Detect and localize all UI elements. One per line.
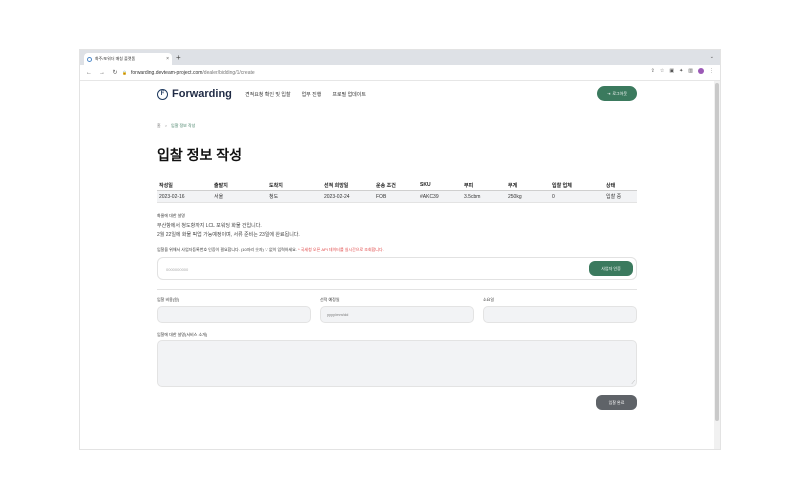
col-origin: 출발지 [212,180,267,191]
service-description-textarea[interactable]: ⟋ [157,340,637,387]
forward-icon[interactable]: → [98,70,106,76]
browser-window: 화주/포워더 매칭 플랫폼 × + ⌄ ← → ↻ 🔒 forwarding.d… [80,50,720,449]
business-note-warning: * 국세청 오픈 API 데이터를 실시간으로 조회합니다. [296,247,384,252]
cell-weight: 250kg [506,190,550,203]
request-table: 작성일 출발지 도착지 선적 희망일 운송 조건 SKU 부피 무게 입찰 업체… [157,180,637,203]
url-domain: forwarding.devteam-project.com [130,69,203,76]
scrollbar-thumb[interactable] [715,83,719,421]
breadcrumb-current: 입찰 정보 작성 [171,123,196,128]
nav-item-quotes[interactable]: 견적요청 확인 및 입찰 [245,91,291,98]
page-title: 입찰 정보 작성 [157,147,243,163]
cell-volume: 3.5cbm [462,190,506,203]
logout-label: 로그아웃 [612,90,628,96]
resize-grip-icon[interactable]: ⟋ [631,381,635,386]
favicon-icon [87,56,92,62]
browser-toolbar: ← → ↻ 🔒 forwarding.devteam-project.com/d… [80,65,720,81]
extension-icon[interactable]: ▣ [669,68,674,74]
ship-date-placeholder: yyyy/mm/dd [327,312,349,317]
service-description-label: 입찰에 대한 설명(서비스 소개) [157,332,208,337]
ship-date-label: 선적 예정일 [320,297,340,302]
cell-created: 2023-02-16 [157,190,212,203]
tab-strip: 화주/포워더 매칭 플랫폼 × + ⌄ [80,50,720,65]
col-ship-date: 선적 희망일 [322,180,374,191]
cell-incoterm: FOB [374,190,418,203]
cargo-description-line1: 부산항에서 청도항까지 LCL 포워딩 화물 건입니다. [157,223,262,229]
sidepanel-icon[interactable]: ▥ [688,68,693,74]
cargo-description-line2: 2월 22일에 화물 픽업 가능예정이며, 서류 준비는 23일에 완료됩니다. [157,232,300,238]
menu-kebab-icon[interactable]: ⋮ [709,68,714,74]
logo-icon: F [157,88,168,100]
nav-item-progress[interactable]: 업무 진행 [302,91,322,98]
col-sku: SKU [418,180,462,191]
browser-tab[interactable]: 화주/포워더 매칭 플랫폼 × [84,53,172,65]
bid-price-input[interactable] [157,306,311,323]
page-content: F Forwarding 견적요청 확인 및 입찰 업무 진행 프로필 업데이트… [80,81,714,449]
address-bar[interactable]: 🔒 forwarding.devteam-project.com/dealer/… [122,67,622,78]
brand-name: Forwarding [172,88,232,100]
table-row: 2023-02-16 서울 청도 2023-02-24 FOB #AKC39 3… [157,190,637,203]
cell-ship-date: 2023-02-24 [322,190,374,203]
cell-bidders: 0 [550,190,604,203]
cargo-description-label: 화물에 대한 설명 [157,213,185,218]
ship-date-input[interactable]: yyyy/mm/dd [320,306,474,323]
lock-icon: 🔒 [122,70,127,75]
logout-icon: ⇥ [606,91,611,96]
tab-close-icon[interactable]: × [166,56,169,62]
col-destination: 도착지 [267,180,322,191]
col-bidders: 입찰 업체 [550,180,604,191]
col-incoterm: 운송 조건 [374,180,418,191]
logout-button[interactable]: ⇥ 로그아웃 [597,86,637,101]
cell-sku: #AKC39 [418,190,462,203]
main-nav: 견적요청 확인 및 입찰 업무 진행 프로필 업데이트 [245,91,366,98]
business-verify-button[interactable]: 사업자 인증 [589,261,633,276]
nav-item-profile[interactable]: 프로필 업데이트 [332,91,366,98]
submit-bid-button[interactable]: 입찰 완료 [596,395,637,410]
page-scrollbar[interactable] [714,81,720,449]
puzzle-icon[interactable]: ✦ [679,68,683,74]
business-number-placeholder: 0000000000 [166,267,189,272]
brand[interactable]: F Forwarding [157,88,232,100]
back-icon[interactable]: ← [85,70,93,76]
cell-destination: 청도 [267,190,322,203]
new-tab-button[interactable]: + [176,53,181,63]
col-volume: 부피 [462,180,506,191]
cell-origin: 서울 [212,190,267,203]
business-note-text: 입찰을 위해서 사업자등록번호 인증이 필요합니다. (10자리 숫자) '-'… [157,247,297,252]
col-status: 상태 [604,180,637,191]
share-icon[interactable]: ⇪ [651,68,655,74]
cell-status: 입찰 중 [604,190,637,203]
lead-days-input[interactable] [483,306,637,323]
lead-days-label: 소요일 [483,297,495,302]
breadcrumb-home[interactable]: 홈 [157,123,161,129]
breadcrumb-separator: > [164,123,168,128]
reload-icon[interactable]: ↻ [111,69,119,76]
col-weight: 무게 [506,180,550,191]
breadcrumb: 홈 > 입찰 정보 작성 [157,123,195,129]
business-number-note: 입찰을 위해서 사업자등록번호 인증이 필요합니다. (10자리 숫자) '-'… [157,247,384,253]
bid-price-label: 입찰 비용(원) [157,297,180,302]
url-path: /dealer/bidding/1/create [202,69,255,76]
bookmark-star-icon[interactable]: ☆ [660,68,664,74]
profile-avatar[interactable] [698,68,704,74]
col-created: 작성일 [157,180,212,191]
tab-title: 화주/포워더 매칭 플랫폼 [95,56,136,61]
business-number-input[interactable]: 0000000000 [157,257,637,280]
table-header-row: 작성일 출발지 도착지 선적 희망일 운송 조건 SKU 부피 무게 입찰 업체… [157,180,637,191]
tab-search-chevron-icon[interactable]: ⌄ [710,54,714,60]
toolbar-icons: ⇪ ☆ ▣ ✦ ▥ ⋮ [651,68,714,74]
section-divider [157,289,637,290]
